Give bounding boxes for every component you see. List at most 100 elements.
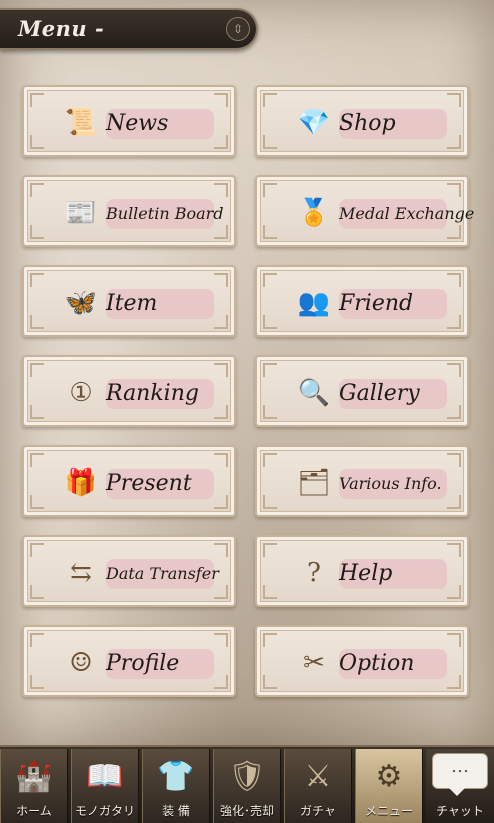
nav-tab-label: ガチャ (300, 804, 336, 818)
corner-ornament (447, 543, 461, 557)
corner-ornament (263, 675, 277, 689)
chat-button[interactable]: … チャット (426, 749, 494, 823)
gallery-icon: 🔍 (297, 378, 331, 408)
medal-exchange-label: Medal Exchange (339, 204, 475, 223)
book-icon: 📖 (86, 759, 124, 794)
corner-ornament (30, 183, 44, 197)
help-button[interactable]: ? Help (255, 535, 469, 607)
shop-icon: 💎 (297, 108, 331, 138)
various-info-label: Various Info. (339, 474, 442, 493)
bulletin-board-icon: 📰 (64, 198, 98, 228)
corner-ornament (447, 183, 461, 197)
corner-ornament (263, 93, 277, 107)
ranking-icon: ① (69, 378, 93, 408)
medal-exchange-icon: 🏅 (297, 198, 331, 228)
corner-ornament (263, 543, 277, 557)
nav-tab-label: メニュー (364, 804, 413, 818)
nav-tab-enhance-sell[interactable]: 🛡 強化･売却 (213, 749, 281, 823)
corner-ornament (263, 135, 277, 149)
gacha-icon: ⚔ (304, 759, 332, 794)
corner-ornament (30, 135, 44, 149)
corner-ornament (30, 453, 44, 467)
corner-ornament (263, 633, 277, 647)
friend-icon: 👥 (297, 288, 331, 318)
corner-ornament (30, 543, 44, 557)
present-button[interactable]: 🎁 Present (22, 445, 236, 517)
nav-tab-home[interactable]: 🏰 ホーム (0, 749, 68, 823)
corner-ornament (447, 453, 461, 467)
various-info-icon: 🗂 (297, 468, 331, 498)
option-icon: ✂ (303, 648, 325, 678)
various-info-button[interactable]: 🗂 Various Info. (255, 445, 469, 517)
friend-button[interactable]: 👥 Friend (255, 265, 469, 337)
corner-ornament (447, 495, 461, 509)
nav-tab-gacha[interactable]: ⚔ ガチャ (284, 749, 352, 823)
profile-button[interactable]: ☺ Profile (22, 625, 236, 697)
shop-button[interactable]: 💎 Shop (255, 85, 469, 157)
corner-ornament (447, 135, 461, 149)
medal-exchange-button[interactable]: 🏅 Medal Exchange (255, 175, 474, 247)
profile-icon: ☺ (69, 648, 93, 678)
corner-ornament (263, 183, 277, 197)
corner-ornament (447, 363, 461, 377)
equipment-icon: 👕 (157, 759, 195, 794)
option-button[interactable]: ✂ Option (255, 625, 469, 697)
corner-ornament (30, 495, 44, 509)
data-transfer-label: Data Transfer (106, 564, 219, 583)
corner-ornament (447, 315, 461, 329)
chat-bubble-icon: … (432, 753, 488, 796)
corner-ornament (214, 273, 228, 287)
corner-ornament (447, 585, 461, 599)
corner-ornament (214, 495, 228, 509)
corner-ornament (214, 675, 228, 689)
bulletin-board-button[interactable]: 📰 Bulletin Board (22, 175, 236, 247)
corner-ornament (263, 315, 277, 329)
collapse-icon[interactable]: ⇳ (226, 17, 250, 41)
corner-ornament (447, 675, 461, 689)
corner-ornament (30, 633, 44, 647)
bottom-nav: 🏰 ホーム 📖 モノガタリ 👕 装 備 🛡 強化･売却 ⚔ ガチャ ⚙ メニュー… (0, 745, 494, 823)
present-icon: 🎁 (64, 468, 98, 498)
news-button[interactable]: 📜 News (22, 85, 236, 157)
corner-ornament (30, 93, 44, 107)
gears-icon: ⚙ (375, 759, 403, 794)
friend-label: Friend (339, 291, 414, 316)
news-label: News (106, 111, 169, 136)
data-transfer-icon: ⇆ (70, 558, 92, 588)
corner-ornament (214, 405, 228, 419)
butterfly-icon: 🦋 (64, 288, 98, 318)
corner-ornament (30, 315, 44, 329)
nav-tab-label: 装 備 (162, 804, 190, 818)
nav-tab-label: ホーム (16, 804, 52, 818)
enhance-sell-icon: 🛡 (227, 759, 267, 794)
corner-ornament (30, 363, 44, 377)
castle-icon: 🏰 (15, 759, 53, 794)
corner-ornament (30, 405, 44, 419)
chat-label: チャット (436, 804, 484, 818)
corner-ornament (447, 633, 461, 647)
nav-tab-label: 強化･売却 (219, 804, 274, 818)
corner-ornament (214, 543, 228, 557)
corner-ornament (30, 273, 44, 287)
corner-ornament (263, 363, 277, 377)
gallery-label: Gallery (339, 381, 420, 406)
bulletin-board-label: Bulletin Board (106, 204, 224, 223)
help-label: Help (339, 561, 393, 586)
data-transfer-button[interactable]: ⇆ Data Transfer (22, 535, 236, 607)
item-button[interactable]: 🦋 Item (22, 265, 236, 337)
nav-tab-equipment[interactable]: 👕 装 備 (142, 749, 210, 823)
nav-tab-story[interactable]: 📖 モノガタリ (71, 749, 139, 823)
nav-tab-label: モノガタリ (74, 804, 135, 818)
help-icon: ? (307, 558, 321, 588)
corner-ornament (214, 93, 228, 107)
corner-ornament (447, 273, 461, 287)
corner-ornament (30, 675, 44, 689)
ranking-button[interactable]: ① Ranking (22, 355, 236, 427)
corner-ornament (214, 633, 228, 647)
nav-tab-menu[interactable]: ⚙ メニュー (355, 749, 423, 823)
news-icon: 📜 (64, 108, 98, 138)
corner-ornament (30, 225, 44, 239)
page-title: Menu - (18, 16, 105, 41)
corner-ornament (214, 315, 228, 329)
gallery-button[interactable]: 🔍 Gallery (255, 355, 469, 427)
